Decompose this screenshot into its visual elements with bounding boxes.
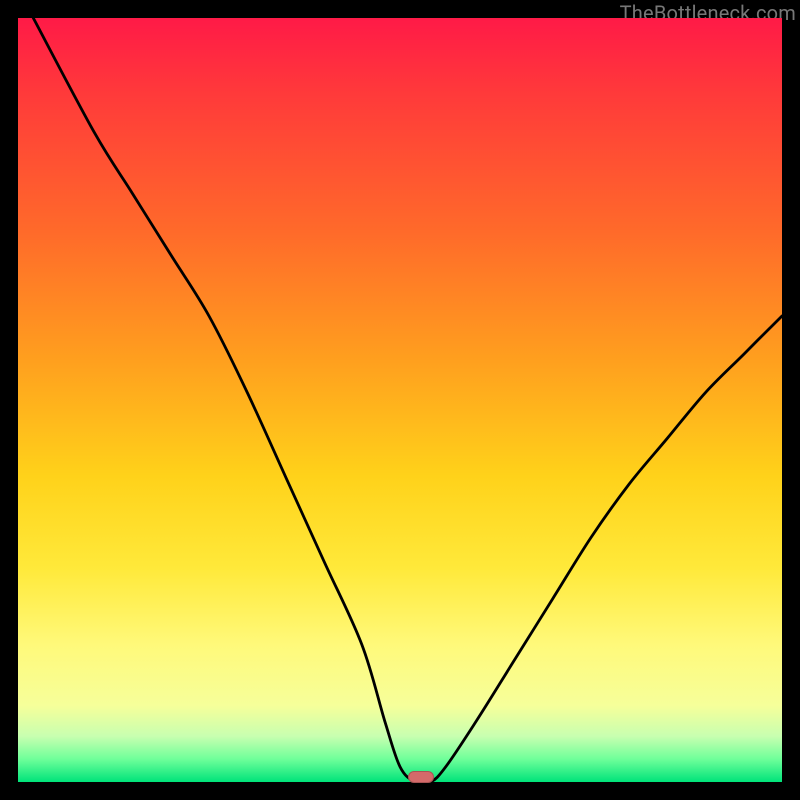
chart-frame [18,18,782,782]
chart-gradient-background [18,18,782,782]
optimum-marker [408,771,434,783]
